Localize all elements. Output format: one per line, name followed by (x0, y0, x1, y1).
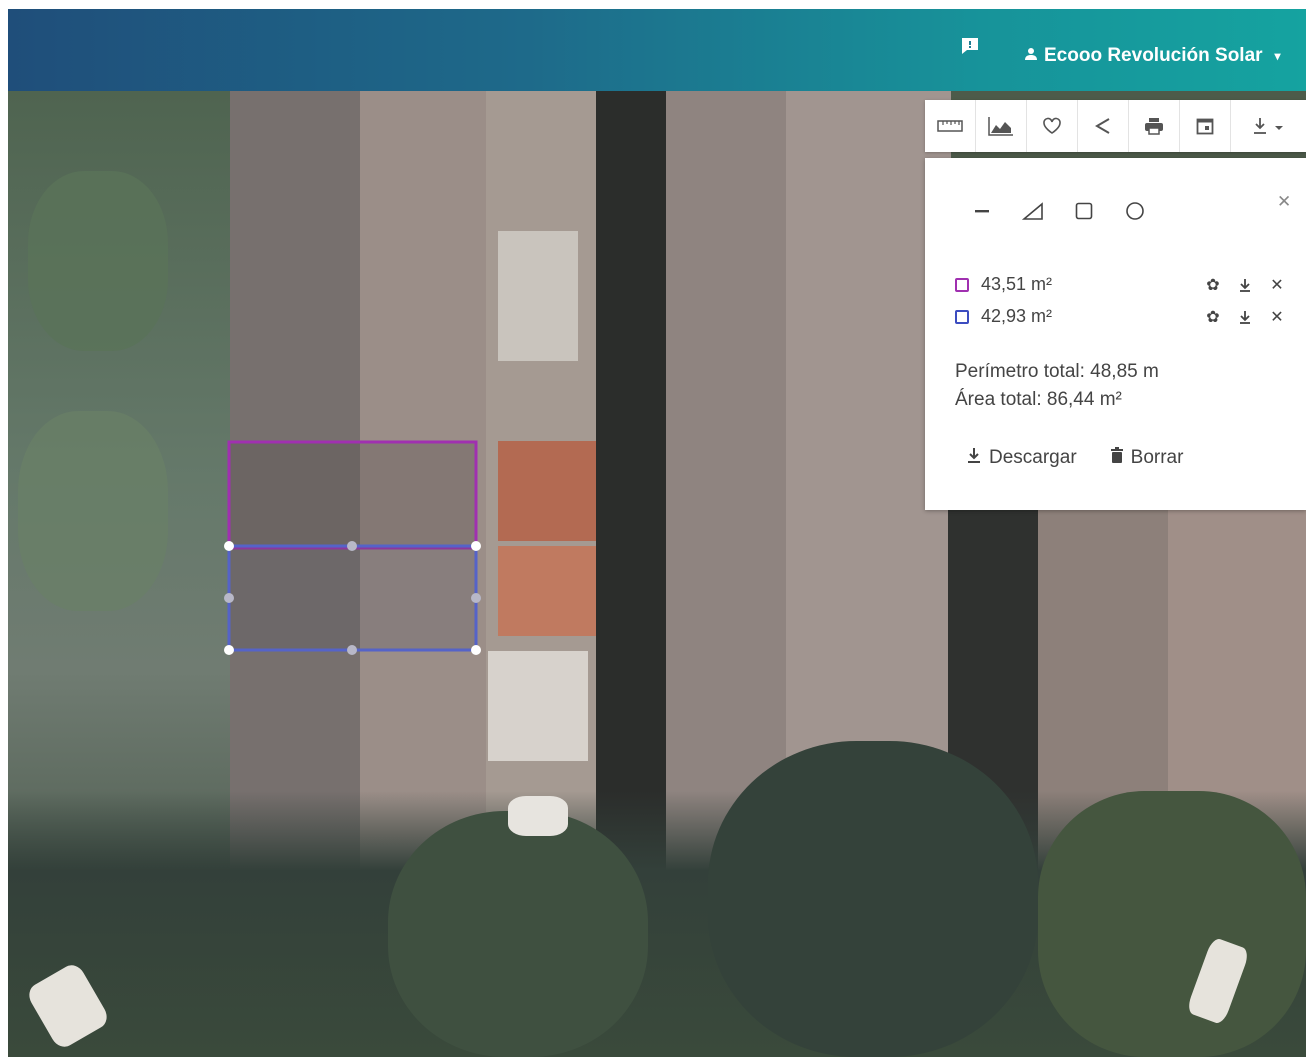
measurement-row: 42,93 m² ✿ ✕ (955, 306, 1285, 327)
feedback-icon[interactable] (960, 37, 982, 57)
perimeter-total: Perímetro total: 48,85 m (955, 361, 1159, 382)
measurement-value: 42,93 m² (981, 306, 1053, 326)
user-menu[interactable]: Ecooo Revolución Solar ▾ (1024, 45, 1281, 67)
color-swatch[interactable] (955, 309, 969, 324)
download-button[interactable]: Descargar (967, 447, 1077, 469)
shape-tools (969, 198, 1148, 224)
line-icon[interactable] (969, 198, 995, 224)
circle-icon[interactable] (1122, 198, 1148, 224)
download-icon (967, 447, 981, 469)
ruler-icon[interactable] (925, 100, 976, 152)
heart-icon[interactable] (1027, 100, 1078, 152)
totals: Perímetro total: 48,85 m Área total: 86,… (955, 358, 1159, 414)
measure-panel: ✕ 43,51 m² ✿ ✕ 42,93 m² ✿ ✕ Perímetro to… (925, 158, 1306, 510)
app-header: Ecooo Revolución Solar ▾ (8, 9, 1306, 91)
delete-button[interactable]: Borrar (1110, 447, 1184, 469)
print-icon[interactable] (1129, 100, 1180, 152)
delete-icon[interactable]: ✕ (1269, 307, 1285, 327)
area-total: Área total: 86,44 m² (955, 389, 1122, 410)
share-icon[interactable] (1078, 100, 1129, 152)
measurement-row: 43,51 m² ✿ ✕ (955, 274, 1285, 295)
measurement-value: 43,51 m² (981, 274, 1053, 294)
elevation-profile-icon[interactable] (976, 100, 1027, 152)
download-menu-icon[interactable] (1231, 100, 1305, 152)
color-swatch[interactable] (955, 277, 969, 292)
user-icon (1024, 45, 1038, 67)
rectangle-icon[interactable] (1071, 198, 1097, 224)
caret-down-icon: ▾ (1274, 49, 1281, 63)
calendar-icon[interactable] (1180, 100, 1231, 152)
polygon-icon[interactable] (1020, 198, 1046, 224)
trash-icon (1110, 447, 1123, 469)
purple-rectangle[interactable] (227, 440, 478, 550)
blue-rectangle[interactable] (227, 544, 478, 652)
map-toolbar (925, 100, 1306, 152)
delete-icon[interactable]: ✕ (1269, 275, 1285, 295)
settings-icon[interactable]: ✿ (1205, 275, 1221, 295)
close-icon[interactable]: ✕ (1277, 192, 1291, 212)
download-icon[interactable] (1237, 310, 1253, 324)
download-label: Descargar (989, 447, 1077, 468)
panel-actions: Descargar Borrar (967, 447, 1183, 469)
user-name: Ecooo Revolución Solar (1044, 45, 1263, 66)
delete-label: Borrar (1130, 447, 1184, 468)
download-icon[interactable] (1237, 278, 1253, 292)
settings-icon[interactable]: ✿ (1205, 307, 1221, 327)
